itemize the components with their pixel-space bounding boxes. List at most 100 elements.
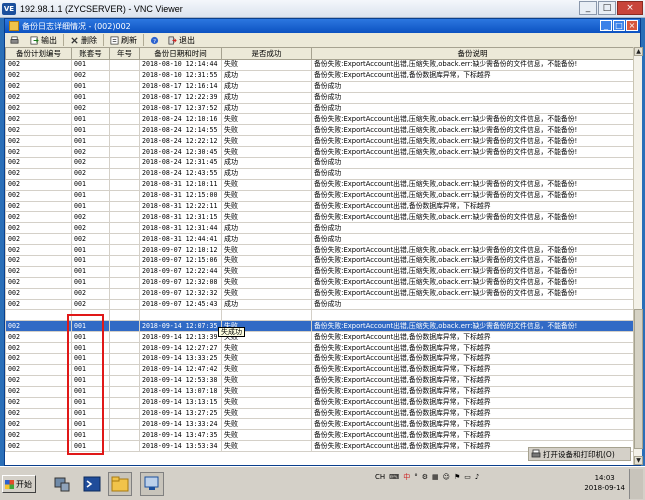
- taskbar-powershell-icon[interactable]: [80, 472, 104, 496]
- table-row[interactable]: 002 002 2018-08-24 12:30:45 失败 备份失败:ExportAc…: [5, 146, 633, 159]
- punctuation-icon[interactable]: °: [414, 473, 418, 481]
- exit-label: 退出: [179, 35, 195, 45]
- table-row[interactable]: 002 001 2018-09-14 12:53:38 失败 备份失败:ExportAc…: [5, 374, 633, 387]
- maximize-button[interactable]: □: [598, 1, 616, 15]
- table-row[interactable]: 002 002 2018-08-10 12:31:55 成功 备份失败:ExportAc…: [5, 69, 633, 82]
- table-row[interactable]: [5, 309, 633, 322]
- table-cell: 备份失败:ExportAccount出错,压缩失败,oback.err:缺少需备…: [311, 59, 633, 71]
- table-cell: 2018-08-24 12:14:55: [139, 124, 222, 137]
- ime-indicator[interactable]: 中: [403, 472, 410, 482]
- clock-date: 2018-09-14: [584, 484, 625, 492]
- table-row[interactable]: 002 001 2018-08-17 12:16:14 成功 备份成功: [5, 80, 633, 93]
- minimize-button[interactable]: _: [579, 1, 597, 15]
- volume-icon[interactable]: ♪: [475, 473, 479, 481]
- table-row[interactable]: 002 001 2018-09-14 13:33:24 失败 备份失败:ExportAc…: [5, 418, 633, 431]
- table-row[interactable]: 002 001 2018-09-07 12:15:06 失败 备份失败:ExportAc…: [5, 255, 633, 267]
- table-row[interactable]: 002 001 2018-09-07 12:10:12 失败 备份失败:ExportAc…: [5, 244, 633, 257]
- taskbar: 开始 CH ⌨ 中 ° ⚙ ▦ ☺ ⚑ ▭ ♪ 14:03 2018-09-14: [0, 466, 645, 500]
- table-cell: [109, 59, 140, 71]
- table-row[interactable]: 002 001 2018-09-14 12:27:27 失败 备份失败:ExportAc…: [5, 342, 633, 355]
- table-cell: [109, 244, 140, 257]
- flag-icon[interactable]: ⚑: [454, 473, 460, 481]
- column-header[interactable]: 账套号: [71, 47, 110, 60]
- table-row[interactable]: 002 002 2018-08-24 12:43:55 成功 备份成功: [5, 167, 633, 180]
- user-icon[interactable]: ☺: [443, 473, 450, 481]
- export-button[interactable]: 输出: [27, 34, 60, 47]
- table-row[interactable]: 002 001 2018-08-31 12:10:11 失败 备份失败:ExportAc…: [5, 178, 633, 191]
- settings-icon[interactable]: ⚙: [422, 473, 428, 481]
- table-row[interactable]: 002 001 2018-09-14 13:07:18 失败 备份失败:ExportAc…: [5, 385, 633, 398]
- inner-minimize-button[interactable]: _: [600, 20, 612, 31]
- table-row[interactable]: 002 001 2018-08-24 12:14:55 失败 备份失败:ExportAc…: [5, 124, 633, 137]
- scroll-up-arrow-icon[interactable]: ▲: [634, 47, 643, 56]
- table-row[interactable]: 002 001 2018-09-14 13:47:35 失败 备份失败:ExportAc…: [5, 429, 633, 442]
- table-cell: 备份失败:ExportAccount出错,压缩失败,oback.err:缺少需备…: [311, 124, 633, 137]
- close-button[interactable]: ×: [617, 1, 643, 15]
- table-cell: 2018-08-17 12:37:52: [139, 102, 222, 115]
- monitor-icon[interactable]: ▭: [464, 473, 471, 481]
- table-cell: 2018-09-14 12:07:35: [139, 320, 222, 333]
- table-row[interactable]: 002 001 2018-08-24 12:22:12 失败 备份失败:ExportAc…: [5, 135, 633, 148]
- show-desktop-button[interactable]: [629, 469, 643, 499]
- network-icon[interactable]: ▦: [432, 473, 439, 481]
- table-row[interactable]: 002 002 2018-08-17 12:37:52 成功 备份成功: [5, 102, 633, 115]
- table-row[interactable]: 002 001 2018-09-07 12:22:44 失败 备份失败:ExportAc…: [5, 265, 633, 278]
- refresh-button[interactable]: 刷新: [107, 34, 140, 47]
- inner-maximize-button[interactable]: □: [613, 20, 625, 31]
- column-header[interactable]: 备份日期和时间: [139, 47, 222, 60]
- taskbar-server-manager-icon[interactable]: [50, 472, 74, 496]
- table-row[interactable]: 002 001 2018-09-14 12:07:35 失败 备份失败:ExportAc…: [5, 320, 633, 333]
- column-header[interactable]: 年号: [109, 47, 140, 60]
- taskbar-vnc-viewer-icon[interactable]: [140, 472, 164, 496]
- table-row[interactable]: 002 002 2018-08-31 12:31:44 成功 备份成功: [5, 222, 633, 235]
- table-row[interactable]: 002 001 2018-09-14 13:33:25 失败 备份失败:ExportAc…: [5, 353, 633, 365]
- start-button[interactable]: 开始: [2, 475, 36, 493]
- table-cell: 2018-09-14 13:07:18: [139, 385, 222, 398]
- table-row[interactable]: 002 002 2018-09-07 12:45:43 成功 备份成功: [5, 298, 633, 311]
- table-row[interactable]: 002 002 2018-08-31 12:44:41 成功 备份成功: [5, 233, 633, 246]
- table-row[interactable]: 002 001 2018-09-14 13:27:25 失败 备份失败:ExportAc…: [5, 407, 633, 420]
- table-cell: 001: [71, 255, 110, 267]
- table-cell: [109, 396, 140, 409]
- table-row[interactable]: 002 002 2018-08-24 12:31:45 成功 备份成功: [5, 157, 633, 169]
- print-button[interactable]: [7, 34, 24, 47]
- table-row[interactable]: 002 001 2018-09-14 12:47:42 失败 备份失败:ExportAc…: [5, 363, 633, 376]
- table-row[interactable]: 002 001 2018-08-10 12:14:44 失败 备份失败:ExportAc…: [5, 59, 633, 71]
- taskbar-explorer-icon[interactable]: [108, 472, 132, 496]
- table-cell: 2018-08-31 12:22:11: [139, 200, 222, 213]
- open-devices-printers-button[interactable]: 打开设备和打印机(O): [528, 447, 631, 461]
- table-cell: 002: [71, 167, 110, 180]
- column-header[interactable]: 备份计划编号: [5, 47, 72, 60]
- table-cell: 001: [71, 189, 110, 202]
- column-header[interactable]: 是否成功: [221, 47, 312, 60]
- table-cell: 002: [71, 157, 110, 169]
- table-cell: 002: [71, 298, 110, 311]
- keyboard-icon[interactable]: ⌨: [389, 473, 399, 481]
- clock[interactable]: 14:03 2018-09-14: [584, 473, 625, 493]
- column-header[interactable]: 备份说明: [311, 47, 633, 60]
- table-row[interactable]: 0020012018-09-14 12:13:39失败备份失败:ExportAc…: [5, 331, 633, 344]
- delete-button[interactable]: 删除: [67, 34, 100, 47]
- table-cell: 002: [71, 69, 110, 82]
- table-cell: 失败: [221, 429, 312, 442]
- table-row[interactable]: 002 002 2018-08-31 12:31:15 失败 备份失败:ExportAc…: [5, 211, 633, 224]
- table-row[interactable]: 002 001 2018-09-07 12:32:08 失败 备份失败:ExportAc…: [5, 276, 633, 289]
- table-cell: 2018-09-07 12:32:08: [139, 276, 222, 289]
- scroll-thumb[interactable]: [634, 309, 643, 449]
- table-cell: [109, 440, 140, 453]
- help-button[interactable]: ?: [147, 34, 162, 47]
- exit-button[interactable]: 退出: [165, 34, 198, 47]
- table-row[interactable]: 002 002 2018-09-07 12:32:32 失败 备份失败:ExportAc…: [5, 287, 633, 300]
- exit-icon: [168, 36, 177, 44]
- table-row[interactable]: 002 001 2018-08-17 12:22:39 成功 备份成功: [5, 91, 633, 104]
- table-row[interactable]: 002 001 2018-08-31 12:22:11 失败 备份失败:ExportAc…: [5, 200, 633, 213]
- scroll-down-arrow-icon[interactable]: ▼: [634, 456, 643, 465]
- language-indicator[interactable]: CH: [375, 473, 385, 481]
- inner-close-button[interactable]: ×: [626, 20, 638, 31]
- table-row[interactable]: 002 001 2018-09-14 13:13:15 失败 备份失败:ExportAc…: [5, 396, 633, 409]
- vertical-scrollbar[interactable]: ▲ ▼: [633, 47, 643, 465]
- table-cell: 2018-09-07 12:10:12: [139, 244, 222, 257]
- table-cell: 001: [71, 342, 110, 355]
- table-row[interactable]: 002 001 2018-08-31 12:15:00 失败 备份失败:ExportAc…: [5, 189, 633, 202]
- table-row[interactable]: 002 001 2018-08-24 12:10:16 失败 备份失败:ExportAc…: [5, 113, 633, 126]
